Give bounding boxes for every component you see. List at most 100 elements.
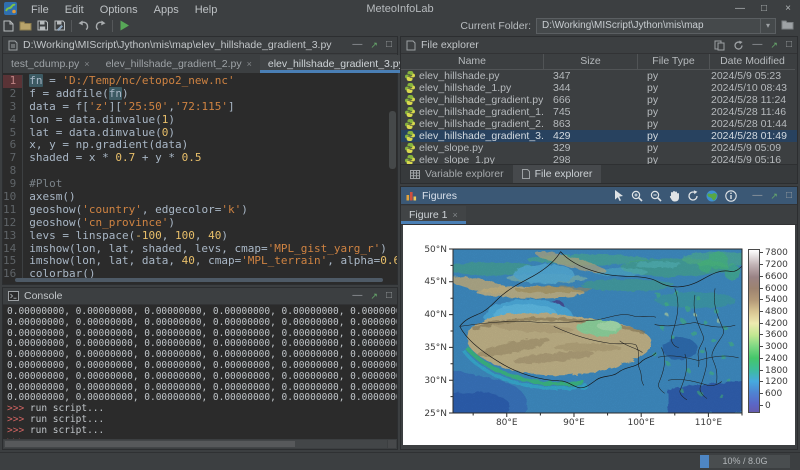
figures-header: Figures — ↗ □ bbox=[401, 187, 797, 205]
file-explorer-float-icon[interactable]: ↗ bbox=[770, 38, 778, 52]
colorbar-tick-label: 6000 bbox=[765, 284, 788, 294]
y-tick-label: 30°N bbox=[417, 376, 447, 386]
column-header-size[interactable]: Size bbox=[543, 54, 637, 70]
editor-horizontal-scrollbar[interactable] bbox=[15, 278, 383, 282]
console-prompt: >>> bbox=[7, 403, 24, 414]
editor-panel: D:\Working\MIScript\Jython\mis\map\elev_… bbox=[2, 36, 398, 285]
editor-float-icon[interactable]: ↗ bbox=[370, 38, 378, 52]
run-script-button[interactable] bbox=[116, 18, 133, 33]
tab-close-icon[interactable]: × bbox=[247, 59, 252, 69]
rotate-icon[interactable] bbox=[687, 190, 699, 202]
maximize-window-icon[interactable]: □ bbox=[752, 0, 776, 17]
code-line bbox=[29, 165, 397, 178]
colorbar-tick bbox=[760, 288, 763, 289]
current-folder-value: D:\Working\MIScript\Jython\mis\map bbox=[537, 20, 760, 31]
editor-tab[interactable]: elev_hillshade_gradient_3.py× bbox=[260, 55, 422, 73]
table-row[interactable]: elev_slope.py329py2024/5/9 05:09 bbox=[401, 142, 797, 154]
zoom-in-icon[interactable] bbox=[631, 190, 643, 202]
menu-options[interactable]: Options bbox=[92, 4, 146, 16]
console-header: Console — ↗ □ bbox=[3, 288, 397, 305]
menu-help[interactable]: Help bbox=[187, 4, 226, 16]
figure-tab[interactable]: Figure 1 × bbox=[401, 206, 466, 224]
file-table-header[interactable]: NameSizeFile TypeDate Modified bbox=[401, 54, 797, 70]
editor-tab[interactable]: elev_hillshade_gradient_2.py× bbox=[98, 55, 260, 73]
terminal-icon bbox=[8, 291, 19, 301]
console-horizontal-scrollbar[interactable] bbox=[4, 440, 387, 448]
python-file-icon bbox=[405, 119, 415, 129]
console-maximize-icon[interactable]: □ bbox=[386, 289, 392, 303]
colorbar-tick-label: 0 bbox=[765, 401, 771, 411]
file-size-cell: 347 bbox=[543, 70, 637, 82]
figures-maximize-icon[interactable]: □ bbox=[786, 189, 792, 203]
close-window-icon[interactable]: × bbox=[776, 0, 800, 17]
column-header-date-modified[interactable]: Date Modified bbox=[709, 54, 795, 70]
colorbar-tick-label: 3000 bbox=[765, 342, 788, 352]
file-explorer-maximize-icon[interactable]: □ bbox=[786, 38, 792, 52]
table-row[interactable]: elev_hillshade_gradient_1.py745py2024/5/… bbox=[401, 106, 797, 118]
table-row[interactable]: elev_hillshade_1.py344py2024/5/10 08:43 bbox=[401, 82, 797, 94]
refresh-icon[interactable] bbox=[733, 40, 744, 51]
file-date-cell: 2024/5/9 05:09 bbox=[709, 142, 795, 154]
globe-icon[interactable] bbox=[706, 190, 718, 202]
column-header-file-type[interactable]: File Type bbox=[637, 54, 709, 70]
zoom-out-icon[interactable] bbox=[650, 190, 662, 202]
redo-button[interactable] bbox=[92, 18, 109, 33]
menu-apps[interactable]: Apps bbox=[146, 4, 187, 16]
minimize-window-icon[interactable]: — bbox=[728, 0, 752, 17]
save-button[interactable] bbox=[34, 18, 51, 33]
menu-edit[interactable]: Edit bbox=[57, 4, 92, 16]
figure-tab-close-icon[interactable]: × bbox=[453, 210, 458, 220]
console-output[interactable]: 0.00000000, 0.00000000, 0.00000000, 0.00… bbox=[3, 305, 397, 439]
editor-tab-bar: test_cdump.py×elev_hillshade_gradient_2.… bbox=[3, 54, 397, 74]
code-editor[interactable]: 12345678910111213141516 fn = 'D:/Temp/nc… bbox=[3, 73, 397, 284]
line-number: 1 bbox=[3, 75, 22, 88]
colorbar-tick-label: 7800 bbox=[765, 248, 788, 258]
chevron-down-icon[interactable]: ▾ bbox=[760, 19, 775, 33]
figures-float-icon[interactable]: ↗ bbox=[770, 189, 778, 203]
figure-canvas[interactable]: 80°E90°E100°E110°E25°N30°N35°N40°N45°N50… bbox=[403, 225, 795, 445]
file-table: elev_hillshade.py347py2024/5/9 05:23elev… bbox=[401, 70, 797, 166]
file-size-cell: 344 bbox=[543, 82, 637, 94]
figures-minimize-icon[interactable]: — bbox=[752, 189, 762, 203]
tab-file-explorer[interactable]: File explorer bbox=[513, 165, 602, 183]
save-as-button[interactable] bbox=[51, 18, 68, 33]
file-name-cell: elev_hillshade.py bbox=[401, 70, 543, 82]
file-date-cell: 2024/5/28 11:24 bbox=[709, 94, 795, 106]
info-icon[interactable] bbox=[725, 190, 737, 202]
x-tick-label: 80°E bbox=[487, 418, 527, 428]
editor-minimize-icon[interactable]: — bbox=[352, 38, 362, 52]
console-float-icon[interactable]: ↗ bbox=[370, 289, 378, 303]
column-header-name[interactable]: Name bbox=[401, 54, 543, 70]
file-name-cell: elev_hillshade_gradient_2.py bbox=[401, 118, 543, 130]
pointer-icon[interactable] bbox=[614, 190, 624, 201]
table-row[interactable]: elev_hillshade_gradient_3.py429py2024/5/… bbox=[401, 130, 797, 142]
table-row[interactable]: elev_hillshade_gradient.py666py2024/5/28… bbox=[401, 94, 797, 106]
current-folder-combo[interactable]: D:\Working\MIScript\Jython\mis\map ▾ bbox=[536, 18, 776, 34]
file-type-cell: py bbox=[637, 94, 709, 106]
tab-close-icon[interactable]: × bbox=[84, 59, 89, 69]
editor-vertical-scrollbar[interactable] bbox=[389, 111, 396, 169]
new-file-button[interactable] bbox=[0, 18, 17, 33]
undo-button[interactable] bbox=[75, 18, 92, 33]
file-date-cell: 2024/5/9 05:23 bbox=[709, 70, 795, 82]
editor-tab[interactable]: test_cdump.py× bbox=[3, 55, 98, 73]
pan-hand-icon[interactable] bbox=[669, 190, 680, 202]
browse-folder-button[interactable] bbox=[781, 17, 794, 35]
colorbar-tick bbox=[760, 323, 763, 324]
table-row[interactable]: elev_hillshade_gradient_2.py863py2024/5/… bbox=[401, 118, 797, 130]
y-tick-label: 45°N bbox=[417, 277, 447, 287]
paste-path-icon[interactable] bbox=[714, 40, 725, 51]
menu-file[interactable]: File bbox=[23, 4, 57, 16]
open-folder-button[interactable] bbox=[17, 18, 34, 33]
tab-variable-explorer[interactable]: Variable explorer bbox=[401, 165, 513, 183]
table-row[interactable]: elev_hillshade.py347py2024/5/9 05:23 bbox=[401, 70, 797, 82]
chart-icon bbox=[406, 190, 417, 201]
file-explorer-minimize-icon[interactable]: — bbox=[752, 38, 762, 52]
file-icon bbox=[522, 169, 530, 179]
console-minimize-icon[interactable]: — bbox=[352, 289, 362, 303]
y-tick-label: 40°N bbox=[417, 310, 447, 320]
editor-maximize-icon[interactable]: □ bbox=[386, 38, 392, 52]
memory-usage-text: 10% / 8.0G bbox=[700, 455, 790, 468]
line-number: 3 bbox=[3, 101, 22, 114]
file-explorer-header: File explorer — ↗ □ bbox=[401, 37, 797, 54]
